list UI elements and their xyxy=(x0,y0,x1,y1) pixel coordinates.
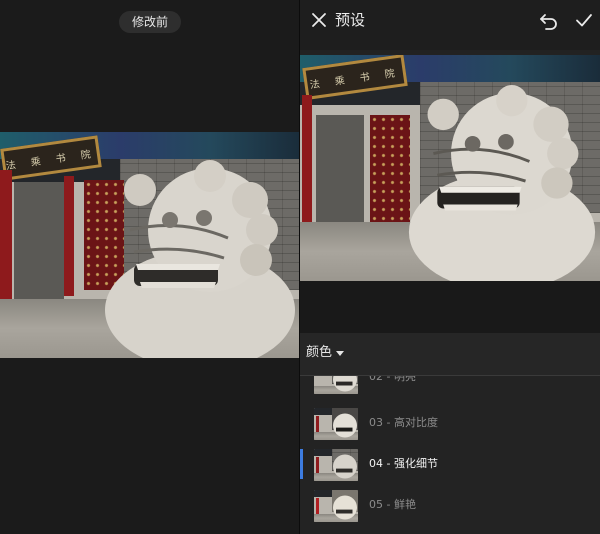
before-panel: 修改前 法 乘 书 院 xyxy=(0,0,300,534)
stone-lion-image xyxy=(408,85,596,281)
close-icon[interactable] xyxy=(308,9,330,31)
preset-thumbnail xyxy=(314,376,358,394)
preset-label: 03 - 高对比度 xyxy=(369,416,438,429)
preset-item-02[interactable]: 02 - 明亮 xyxy=(300,376,600,398)
preset-list: 02 - 明亮 03 - 高对比度 04 - 强化细节 05 - 鲜艳 xyxy=(300,376,600,534)
preset-item-05[interactable]: 05 - 鲜艳 xyxy=(300,486,600,526)
check-icon[interactable] xyxy=(573,9,595,31)
presets-panel: 预设 法 乘 书 院 颜色 02 - 明亮 03 - 高对比度 04 - 强化细… xyxy=(300,0,600,534)
preset-thumbnail xyxy=(314,408,358,440)
undo-icon[interactable] xyxy=(538,9,560,31)
page-title: 预设 xyxy=(335,11,366,29)
preview-background xyxy=(300,281,600,333)
category-dropdown[interactable]: 颜色 xyxy=(300,333,600,376)
preset-label: 04 - 强化细节 xyxy=(369,457,438,470)
dropdown-caret-icon xyxy=(336,351,344,356)
preview-photo: 法 乘 书 院 xyxy=(300,55,600,281)
before-button[interactable]: 修改前 xyxy=(119,11,181,33)
preset-item-04[interactable]: 04 - 强化细节 xyxy=(300,445,600,485)
selection-indicator xyxy=(300,449,303,479)
preset-label: 05 - 鲜艳 xyxy=(369,498,416,511)
preset-label: 02 - 明亮 xyxy=(369,376,416,383)
category-label: 颜色 xyxy=(306,345,333,360)
preset-thumbnail xyxy=(314,490,358,522)
before-photo: 法 乘 书 院 xyxy=(0,132,300,358)
stone-lion-image xyxy=(105,160,295,358)
top-bar: 预设 xyxy=(300,0,600,50)
preset-item-03[interactable]: 03 - 高对比度 xyxy=(300,404,600,444)
preset-thumbnail xyxy=(314,449,358,481)
app-root: 修改前 法 乘 书 院 预设 法 乘 书 院 颜色 02 - 明亮 03 - 高… xyxy=(0,0,600,534)
